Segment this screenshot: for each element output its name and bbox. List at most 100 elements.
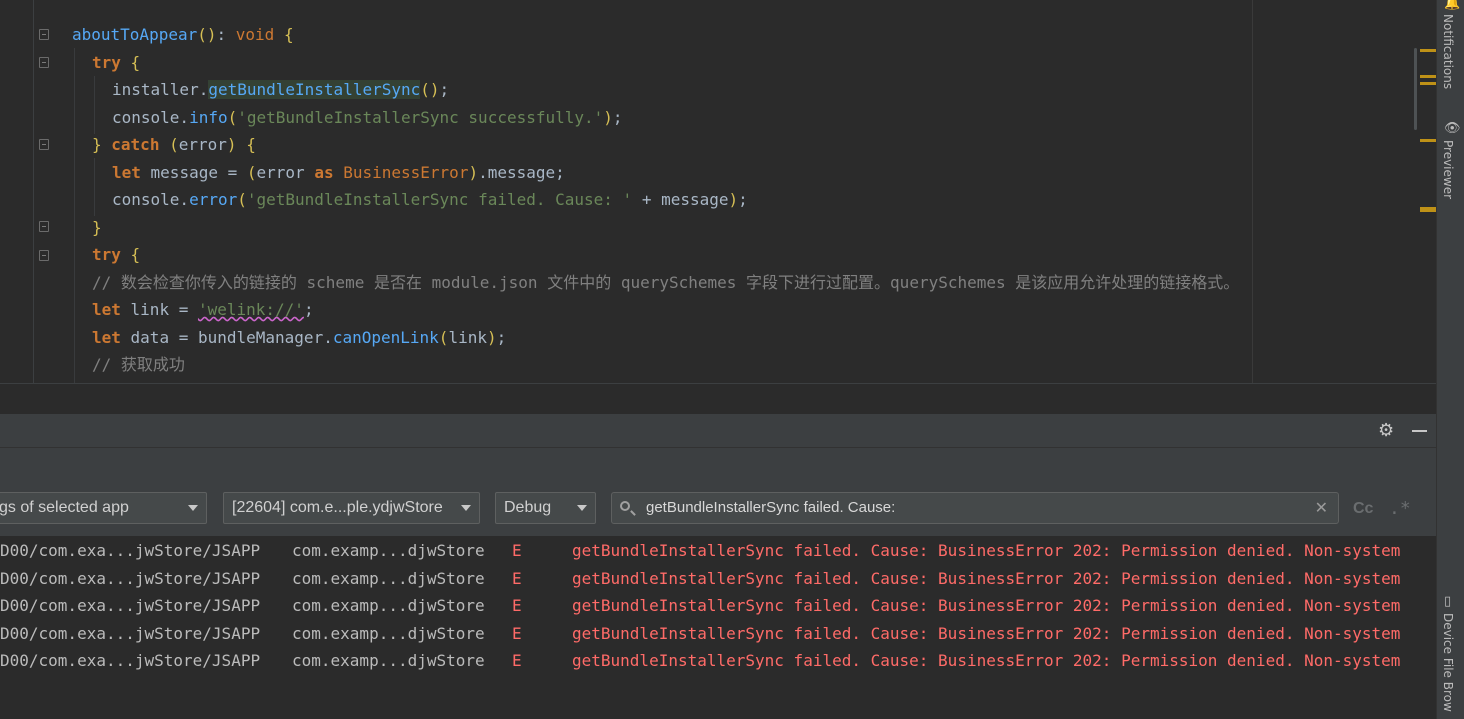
log-tag: D00/com.exa...jwStore/JSAPP (0, 568, 261, 588)
search-icon[interactable] (620, 501, 630, 511)
panel-splitter[interactable] (0, 383, 1436, 415)
code-token: try (92, 245, 121, 264)
log-row[interactable]: D00/com.exa...jwStore/JSAPP com.examp...d… (0, 647, 1436, 674)
warning-marker[interactable] (1420, 75, 1436, 78)
code-token: error (189, 190, 238, 209)
code-editor[interactable]: aboutToAppear(): void {try {installer.ge… (0, 0, 1436, 383)
code-token: ; (439, 80, 450, 99)
editor-scrollbar[interactable] (1414, 48, 1417, 130)
code-token: } (92, 135, 102, 154)
code-token: ( (438, 328, 449, 347)
indent-guide (94, 158, 95, 216)
log-tag: D00/com.exa...jwStore/JSAPP (0, 541, 261, 560)
chevron-down-icon (577, 505, 587, 511)
search-input-value: getBundleInstallerSync failed. Cause: (646, 499, 896, 516)
close-icon[interactable]: ✕ (1315, 493, 1328, 523)
fold-toggle-icon[interactable] (39, 221, 49, 232)
log-package: com.examp...djwStore (292, 623, 485, 643)
fold-toggle-icon[interactable] (39, 57, 49, 68)
code-line: let link = 'welink://'; (92, 299, 314, 321)
log-package: com.examp...djwStore (292, 568, 485, 588)
code-token: ) (486, 328, 497, 347)
code-token: console. (112, 190, 190, 209)
code-token: ( (237, 190, 247, 209)
log-message: getBundleInstallerSync failed. Cause: Bu… (572, 596, 1401, 615)
log-row[interactable]: D00/com.exa...jwStore/JSAPP com.examp...d… (0, 565, 1436, 592)
code-line: try { (92, 52, 140, 74)
minimize-icon[interactable] (1412, 430, 1427, 432)
code-token: let (92, 328, 121, 347)
previewer-tab[interactable]: Previewer (1441, 140, 1455, 199)
code-token: ) (603, 108, 613, 127)
gear-icon[interactable]: ⚙ (1378, 420, 1394, 441)
code-token: + message (632, 190, 729, 209)
code-line: console.error('getBundleInstallerSync fa… (112, 189, 748, 211)
log-level-value: Debug (504, 499, 552, 516)
code-line: try { (92, 244, 140, 266)
code-token: try (92, 53, 121, 72)
code-token: { (246, 135, 256, 154)
log-level: E (512, 541, 522, 560)
fold-toggle-icon[interactable] (39, 139, 49, 150)
device-file-browser-tab[interactable]: Device File Brow (1441, 613, 1455, 712)
warning-marker[interactable] (1420, 207, 1436, 212)
indent-guide (74, 48, 75, 383)
code-token: void (235, 25, 275, 44)
code-line: } catch (error) { (92, 134, 256, 156)
process-select[interactable]: [22604] com.e...ple.ydjwStore (223, 492, 480, 524)
code-token: ; (496, 328, 507, 347)
code-token: error (178, 135, 227, 154)
code-token: installer. (112, 80, 209, 99)
fold-toggle-icon[interactable] (39, 250, 49, 261)
warning-marker[interactable] (1420, 139, 1436, 142)
log-search-input[interactable]: getBundleInstallerSync failed. Cause: ✕ (611, 492, 1339, 524)
log-row[interactable]: D00/com.exa...jwStore/JSAPP com.examp...d… (0, 592, 1436, 619)
log-level: E (512, 623, 522, 643)
code-token: ; (738, 190, 748, 209)
code-token: } (92, 218, 102, 237)
code-token: as (314, 163, 334, 182)
eye-icon[interactable]: 👁 (1444, 121, 1461, 136)
code-token: // 获取成功 (92, 355, 185, 374)
log-level: E (512, 596, 522, 615)
bell-icon[interactable]: 🔔 (1444, 0, 1460, 11)
process-value: [22604] com.e...ple.ydjwStore (232, 499, 443, 516)
log-package: com.examp...djwStore (292, 541, 485, 560)
code-token: catch (111, 135, 160, 154)
warning-marker[interactable] (1420, 82, 1436, 85)
code-token: ) (226, 135, 237, 154)
code-line: } (92, 217, 102, 239)
regex-toggle[interactable]: .* (1389, 498, 1411, 519)
fold-toggle-icon[interactable] (39, 29, 49, 40)
code-token: let (92, 300, 121, 319)
device-icon[interactable]: ▯ (1444, 594, 1451, 609)
code-token: getBundleInstallerSync (208, 80, 421, 99)
code-token: ( (169, 135, 179, 154)
filter-mode-select[interactable]: gs of selected app (0, 492, 207, 524)
code-token: message = (140, 163, 247, 182)
log-message: getBundleInstallerSync failed. Cause: Bu… (572, 568, 1401, 588)
warning-marker[interactable] (1420, 49, 1436, 52)
code-line: installer.getBundleInstallerSync(); (112, 79, 449, 101)
match-case-toggle[interactable]: Cc (1353, 500, 1373, 518)
indent-guide (94, 76, 95, 134)
log-row[interactable]: D00/com.exa...jwStore/JSAPP com.examp...d… (0, 537, 1436, 564)
notifications-tab[interactable]: Notifications (1441, 14, 1455, 89)
code-token: ( (227, 108, 238, 127)
code-token: ) (468, 163, 479, 182)
code-line: let message = (error as BusinessError).m… (112, 162, 565, 184)
code-token: ) (728, 190, 739, 209)
code-line: // 获取成功 (92, 354, 185, 376)
log-output[interactable]: D00/com.exa...jwStore/JSAPP com.examp...d… (0, 536, 1436, 719)
log-row[interactable]: D00/com.exa...jwStore/JSAPP com.examp...d… (0, 620, 1436, 647)
chevron-down-icon (188, 505, 198, 511)
log-level-select[interactable]: Debug (495, 492, 596, 524)
code-token: { (283, 25, 294, 44)
